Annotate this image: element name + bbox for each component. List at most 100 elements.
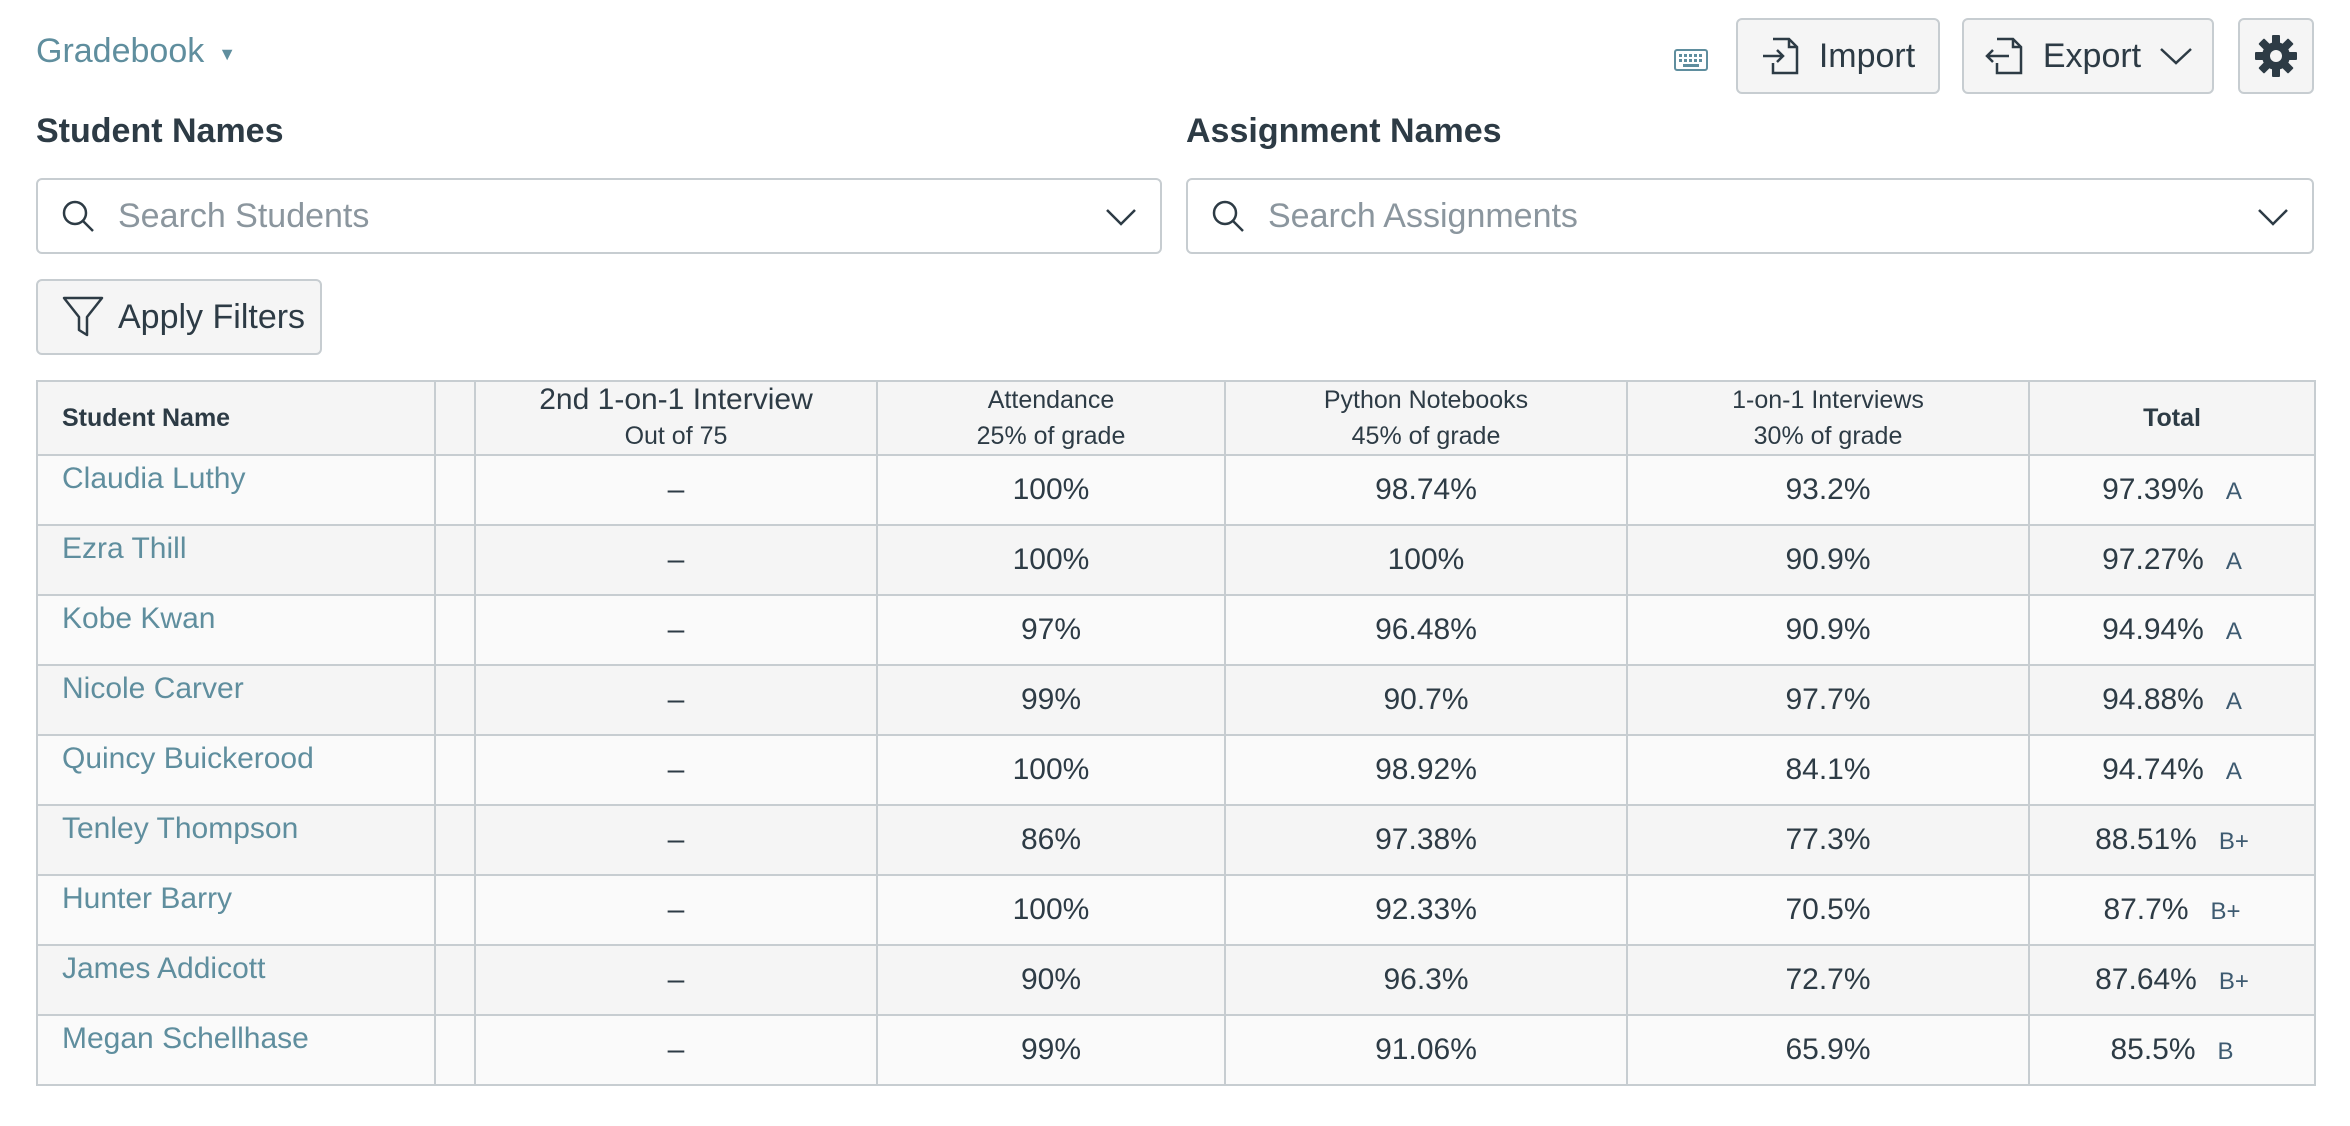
gradebook-menu[interactable]: Gradebook ▼ xyxy=(36,32,236,71)
student-search-input[interactable] xyxy=(118,196,1104,236)
grade-cell-python-notebooks[interactable]: 97.38% xyxy=(1224,804,1628,876)
grade-cell-interviews[interactable]: 90.9% xyxy=(1626,594,2030,666)
student-name-cell: Megan Schellhase xyxy=(36,1014,436,1086)
letter-grade: A xyxy=(2225,758,2242,785)
import-label: Import xyxy=(1818,36,1916,75)
assignment-search-input[interactable] xyxy=(1268,196,2256,236)
grade-cell-interviews[interactable]: 97.7% xyxy=(1626,664,2030,736)
search-icon xyxy=(62,200,94,232)
gradebook-header: Gradebook ▼ Import Export xyxy=(0,0,2350,110)
spacer-cell xyxy=(434,454,476,526)
keyboard-icon[interactable] xyxy=(1672,40,1710,78)
total-percent: 94.74% xyxy=(2102,753,2204,786)
grade-cell-2nd-interview[interactable]: – xyxy=(474,874,878,946)
grade-cell-2nd-interview[interactable]: – xyxy=(474,944,878,1016)
student-name-cell: Claudia Luthy xyxy=(36,454,436,526)
spacer-cell xyxy=(434,664,476,736)
grade-cell-attendance[interactable]: 100% xyxy=(876,874,1226,946)
table-row: James Addicott –90% 96.3% 72.7% 87.64% B+ xyxy=(36,944,2316,1016)
grade-cell-attendance[interactable]: 99% xyxy=(876,664,1226,736)
grade-cell-python-notebooks[interactable]: 92.33% xyxy=(1224,874,1628,946)
grade-cell-interviews[interactable]: 70.5% xyxy=(1626,874,2030,946)
grade-cell-interviews[interactable]: 90.9% xyxy=(1626,524,2030,596)
student-name-link[interactable]: Quincy Buickerood xyxy=(62,742,314,775)
spacer-cell xyxy=(434,594,476,666)
grade-cell-python-notebooks[interactable]: 91.06% xyxy=(1224,1014,1628,1086)
student-name-link[interactable]: Ezra Thill xyxy=(62,532,186,565)
table-row: Claudia Luthy –100% 98.74% 93.2% 97.39% A xyxy=(36,454,2316,526)
grade-cell-interviews[interactable]: 84.1% xyxy=(1626,734,2030,806)
total-grade-cell: 87.64% B+ xyxy=(2028,944,2316,1016)
table-row: Kobe Kwan –97% 96.48% 90.9% 94.94% A xyxy=(36,594,2316,666)
grade-cell-attendance[interactable]: 100% xyxy=(876,454,1226,526)
settings-button[interactable] xyxy=(2238,18,2314,94)
column-header-interviews[interactable]: 1-on-1 Interviews 30% of grade xyxy=(1626,380,2030,456)
grade-cell-python-notebooks[interactable]: 96.3% xyxy=(1224,944,1628,1016)
assignment-search[interactable] xyxy=(1186,178,2314,254)
letter-grade: A xyxy=(2225,688,2242,715)
spacer-cell xyxy=(434,944,476,1016)
student-search[interactable] xyxy=(36,178,1162,254)
total-percent: 94.94% xyxy=(2102,613,2204,646)
apply-filters-button[interactable]: Apply Filters xyxy=(36,279,322,355)
student-name-link[interactable]: James Addicott xyxy=(62,952,265,985)
student-name-link[interactable]: Hunter Barry xyxy=(62,882,232,915)
grade-cell-attendance[interactable]: 100% xyxy=(876,734,1226,806)
column-header-student-name[interactable]: Student Name xyxy=(36,380,436,456)
table-row: Nicole Carver –99% 90.7% 97.7% 94.88% A xyxy=(36,664,2316,736)
column-header-total[interactable]: Total xyxy=(2028,380,2316,456)
student-name-link[interactable]: Tenley Thompson xyxy=(62,812,298,845)
student-name-link[interactable]: Megan Schellhase xyxy=(62,1022,309,1055)
column-header-spacer xyxy=(434,380,476,456)
student-name-cell: Nicole Carver xyxy=(36,664,436,736)
letter-grade: A xyxy=(2225,548,2242,575)
grade-cell-2nd-interview[interactable]: – xyxy=(474,664,878,736)
grade-cell-python-notebooks[interactable]: 96.48% xyxy=(1224,594,1628,666)
total-grade-cell: 97.27% A xyxy=(2028,524,2316,596)
grade-cell-python-notebooks[interactable]: 98.74% xyxy=(1224,454,1628,526)
total-grade-cell: 94.94% A xyxy=(2028,594,2316,666)
grade-cell-2nd-interview[interactable]: – xyxy=(474,734,878,806)
grade-cell-attendance[interactable]: 100% xyxy=(876,524,1226,596)
grade-cell-2nd-interview[interactable]: – xyxy=(474,594,878,666)
total-grade-cell: 94.74% A xyxy=(2028,734,2316,806)
letter-grade: B xyxy=(2217,1038,2234,1065)
student-name-link[interactable]: Claudia Luthy xyxy=(62,462,245,495)
grade-cell-attendance[interactable]: 90% xyxy=(876,944,1226,1016)
grade-cell-interviews[interactable]: 72.7% xyxy=(1626,944,2030,1016)
column-header-attendance[interactable]: Attendance 25% of grade xyxy=(876,380,1226,456)
chevron-down-icon[interactable] xyxy=(1104,199,1138,233)
student-name-link[interactable]: Nicole Carver xyxy=(62,672,244,705)
grade-cell-2nd-interview[interactable]: – xyxy=(474,804,878,876)
student-name-cell: Tenley Thompson xyxy=(36,804,436,876)
grade-cell-2nd-interview[interactable]: – xyxy=(474,1014,878,1086)
grade-cell-interviews[interactable]: 65.9% xyxy=(1626,1014,2030,1086)
grade-cell-python-notebooks[interactable]: 90.7% xyxy=(1224,664,1628,736)
column-header-python-notebooks[interactable]: Python Notebooks 45% of grade xyxy=(1224,380,1628,456)
grade-cell-2nd-interview[interactable]: – xyxy=(474,454,878,526)
export-icon xyxy=(1985,37,2023,75)
export-button[interactable]: Export xyxy=(1962,18,2214,94)
grade-cell-interviews[interactable]: 77.3% xyxy=(1626,804,2030,876)
total-grade-cell: 85.5% B xyxy=(2028,1014,2316,1086)
letter-grade: B+ xyxy=(2210,898,2241,925)
total-percent: 97.39% xyxy=(2102,473,2204,506)
letter-grade: A xyxy=(2225,618,2242,645)
gear-icon xyxy=(2255,35,2297,77)
total-percent: 87.64% xyxy=(2095,963,2197,996)
grade-cell-attendance[interactable]: 97% xyxy=(876,594,1226,666)
grade-cell-interviews[interactable]: 93.2% xyxy=(1626,454,2030,526)
export-label: Export xyxy=(2042,36,2142,75)
grade-cell-python-notebooks[interactable]: 100% xyxy=(1224,524,1628,596)
column-header-2nd-interview[interactable]: 2nd 1-on-1 Interview Out of 75 xyxy=(474,380,878,456)
filter-icon xyxy=(62,296,104,337)
grade-cell-attendance[interactable]: 99% xyxy=(876,1014,1226,1086)
import-button[interactable]: Import xyxy=(1736,18,1940,94)
chevron-down-icon[interactable] xyxy=(2256,199,2290,233)
grade-cell-python-notebooks[interactable]: 98.92% xyxy=(1224,734,1628,806)
grade-cell-attendance[interactable]: 86% xyxy=(876,804,1226,876)
student-name-link[interactable]: Kobe Kwan xyxy=(62,602,215,635)
grade-cell-2nd-interview[interactable]: – xyxy=(474,524,878,596)
spacer-cell xyxy=(434,1014,476,1086)
spacer-cell xyxy=(434,524,476,596)
